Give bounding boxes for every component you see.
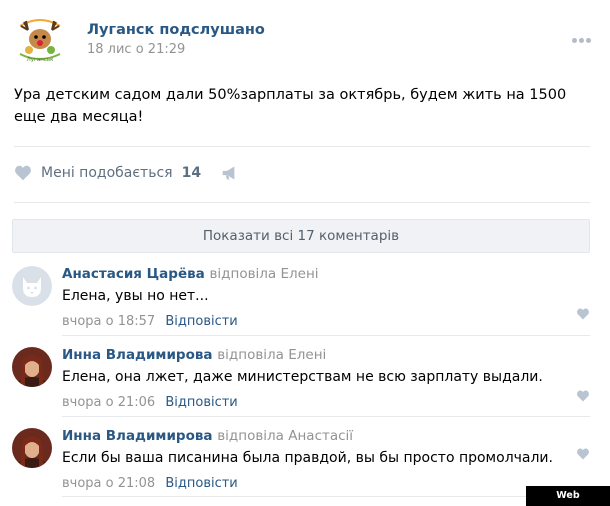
user-photo: [12, 347, 52, 387]
comment-meta: вчора о 21:06 Відповісти: [62, 395, 238, 410]
heart-icon[interactable]: [576, 308, 590, 320]
divider: [14, 146, 590, 147]
comment-meta: вчора о 21:08 Відповісти: [62, 476, 238, 491]
comment-item: Анастасия Царёва відповіла Елені Елена, …: [12, 266, 590, 329]
logo-text: Луганськ: [27, 57, 55, 63]
megaphone-icon[interactable]: [221, 165, 239, 181]
heart-icon[interactable]: [576, 390, 590, 402]
post-author[interactable]: Луганск подслушано: [87, 22, 265, 38]
post-actions: Мені подобається 14: [14, 160, 239, 186]
comment-text: Елена, она лжет, даже министерствам не в…: [62, 369, 543, 385]
comment-author[interactable]: Инна Владимирова відповіла Анастасії: [62, 428, 353, 444]
comment-text: Если бы ваша писанина была правдой, вы б…: [62, 450, 553, 466]
comment-author[interactable]: Анастасия Царёва відповіла Елені: [62, 266, 319, 282]
heart-icon[interactable]: [576, 448, 590, 460]
user-photo: [12, 428, 52, 468]
divider: [62, 496, 590, 497]
like-count[interactable]: 14: [182, 165, 201, 181]
divider: [14, 202, 590, 203]
like-label[interactable]: Мені подобається: [41, 165, 173, 181]
comment-meta: вчора о 18:57 Відповісти: [62, 314, 238, 329]
comment-time[interactable]: вчора о 18:57: [62, 314, 155, 329]
community-logo[interactable]: Луганськ: [14, 12, 66, 64]
reply-button[interactable]: Відповісти: [165, 314, 237, 329]
divider: [62, 335, 590, 336]
comment-replied-to: відповіла Елені: [217, 347, 327, 363]
watermark: Web Screenshot: [526, 486, 610, 506]
heart-icon[interactable]: [14, 165, 32, 181]
comment-replied-to: відповіла Елені: [209, 266, 319, 282]
comment-replied-to: відповіла Анастасії: [217, 428, 354, 444]
post-time[interactable]: 18 лис о 21:29: [87, 42, 185, 57]
comment-item: Инна Владимирова відповіла Елені Елена, …: [12, 347, 590, 410]
comment-item: Инна Владимирова відповіла Анастасії Есл…: [12, 428, 590, 491]
comment-time[interactable]: вчора о 21:08: [62, 476, 155, 491]
default-avatar-dog-icon: [12, 266, 52, 306]
comment-time[interactable]: вчора о 21:06: [62, 395, 155, 410]
avatar[interactable]: [12, 347, 52, 387]
comment-author[interactable]: Инна Владимирова відповіла Елені: [62, 347, 326, 363]
more-dots-icon[interactable]: [572, 28, 594, 43]
comment-text: Елена, увы но нет...: [62, 288, 209, 304]
post-text: Ура детским садом дали 50%зарплаты за ок…: [14, 87, 567, 125]
reply-button[interactable]: Відповісти: [165, 395, 237, 410]
avatar[interactable]: [12, 266, 52, 306]
post-header: Луганськ Луганск подслушано 18 лис о 21:…: [14, 10, 604, 66]
show-all-comments-button[interactable]: Показати всі 17 коментарів: [12, 219, 590, 253]
reply-button[interactable]: Відповісти: [165, 476, 237, 491]
divider: [62, 416, 590, 417]
avatar[interactable]: [12, 428, 52, 468]
